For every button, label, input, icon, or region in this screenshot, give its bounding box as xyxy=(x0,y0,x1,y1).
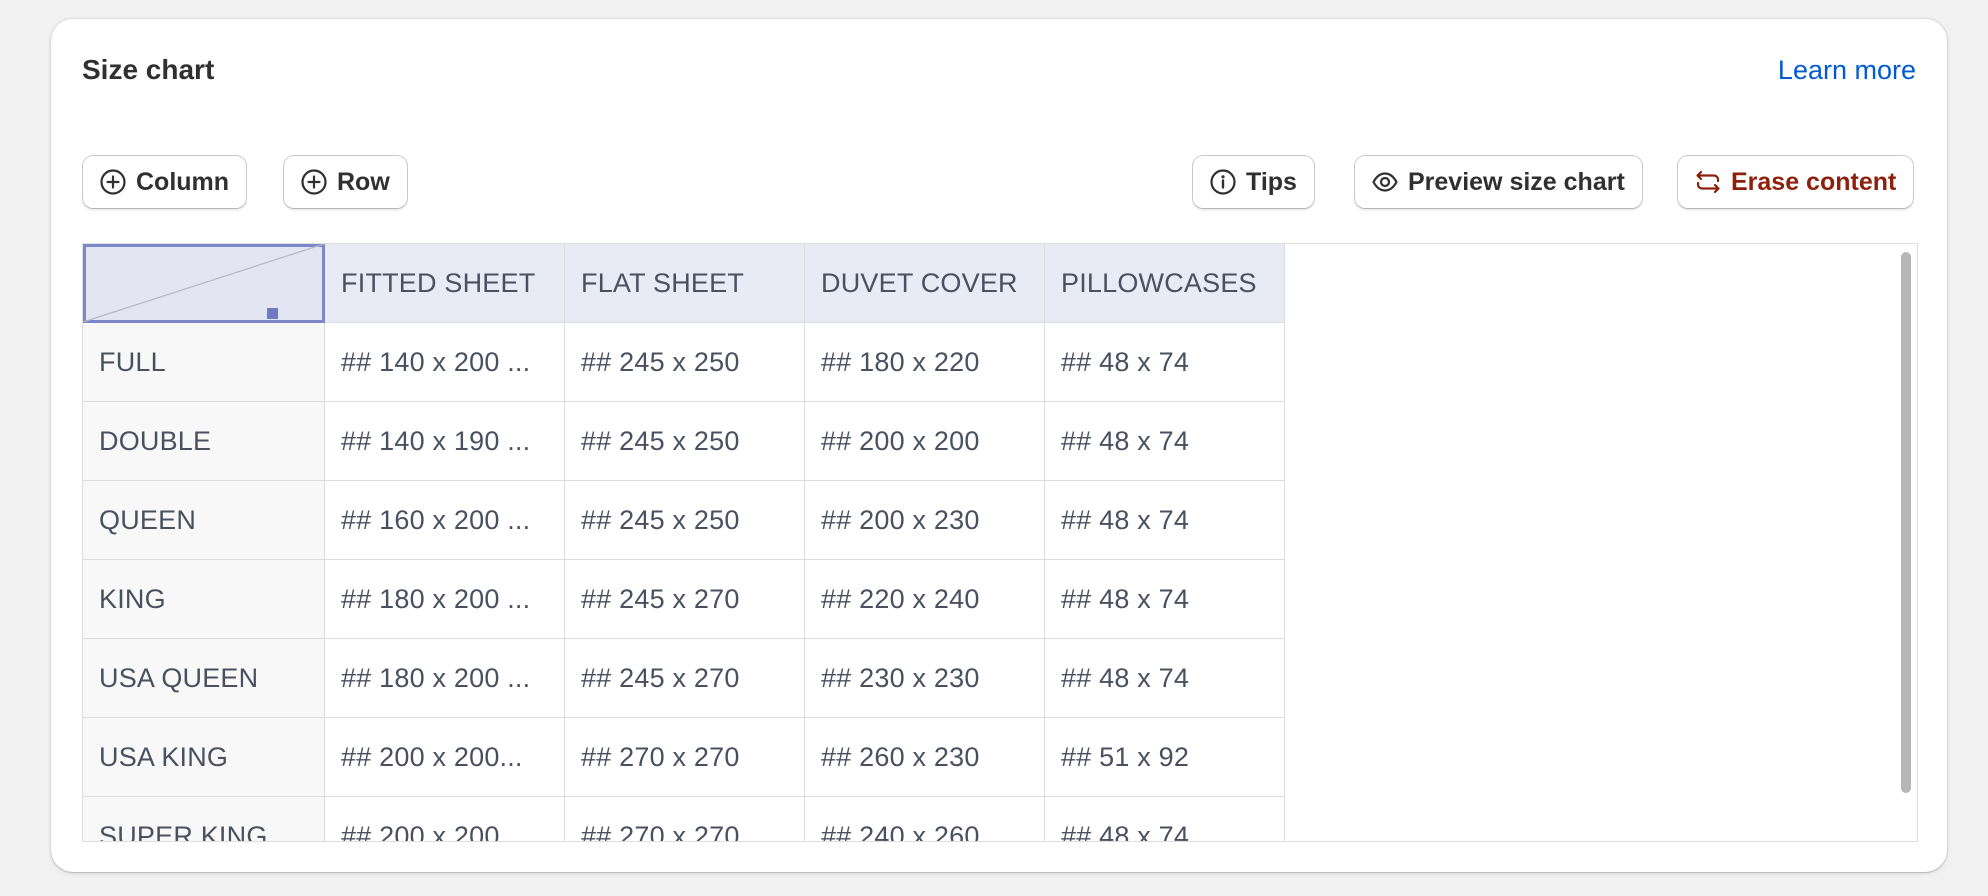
table-row: DOUBLE ## 140 x 190 ... ## 245 x 250 ## … xyxy=(83,401,1285,481)
table-cell[interactable]: ## 245 x 270 xyxy=(564,638,805,718)
table-cell[interactable]: ## 245 x 250 xyxy=(564,322,805,402)
selection-fill-handle[interactable] xyxy=(267,308,278,319)
column-header[interactable]: FLAT SHEET xyxy=(564,244,805,323)
table-cell[interactable]: ## 48 x 74 xyxy=(1044,796,1285,841)
table-cell[interactable]: ## 245 x 270 xyxy=(564,559,805,639)
row-header[interactable]: DOUBLE xyxy=(83,401,325,481)
learn-more-link[interactable]: Learn more xyxy=(1778,52,1916,88)
tips-label: Tips xyxy=(1246,167,1297,196)
corner-cell[interactable] xyxy=(83,244,325,323)
table-cell[interactable]: ## 140 x 200 ... xyxy=(324,322,565,402)
table-cell[interactable]: ## 160 x 200 ... xyxy=(324,480,565,560)
plus-circle-icon xyxy=(301,169,327,195)
row-header[interactable]: SUPER KING xyxy=(83,796,325,841)
row-header[interactable]: KING xyxy=(83,559,325,639)
table-cell[interactable]: ## 270 x 270 xyxy=(564,717,805,797)
table-cell[interactable]: ## 270 x 270 xyxy=(564,796,805,841)
row-header[interactable]: QUEEN xyxy=(83,480,325,560)
column-header[interactable]: PILLOWCASES xyxy=(1044,244,1285,323)
column-header[interactable]: DUVET COVER xyxy=(804,244,1045,323)
table-cell[interactable]: ## 51 x 92 xyxy=(1044,717,1285,797)
eye-icon xyxy=(1372,172,1398,192)
header-row: FITTED SHEET FLAT SHEET DUVET COVER PILL… xyxy=(83,244,1285,323)
size-chart-table: FITTED SHEET FLAT SHEET DUVET COVER PILL… xyxy=(83,244,1285,841)
erase-content-button[interactable]: Erase content xyxy=(1677,155,1915,209)
table-cell[interactable]: ## 140 x 190 ... xyxy=(324,401,565,481)
table-cell[interactable]: ## 240 x 260 xyxy=(804,796,1045,841)
table-cell[interactable]: ## 200 x 200... xyxy=(324,717,565,797)
table-cell[interactable]: ## 48 x 74 xyxy=(1044,638,1285,718)
table-cell[interactable]: ## 180 x 200 ... xyxy=(324,638,565,718)
tips-button[interactable]: Tips xyxy=(1192,155,1315,209)
table-cell[interactable]: ## 230 x 230 xyxy=(804,638,1045,718)
table-cell[interactable]: ## 245 x 250 xyxy=(564,480,805,560)
table-row: SUPER KING ## 200 x 200 ... ## 270 x 270… xyxy=(83,796,1285,841)
table-cell[interactable]: ## 48 x 74 xyxy=(1044,322,1285,402)
table-row: KING ## 180 x 200 ... ## 245 x 270 ## 22… xyxy=(83,559,1285,639)
table-row: USA KING ## 200 x 200... ## 270 x 270 ##… xyxy=(83,717,1285,797)
diagonal-divider xyxy=(83,244,324,322)
table-cell[interactable]: ## 180 x 220 xyxy=(804,322,1045,402)
row-header[interactable]: FULL xyxy=(83,322,325,402)
row-header[interactable]: USA QUEEN xyxy=(83,638,325,718)
table-cell[interactable]: ## 200 x 200 ... xyxy=(324,796,565,841)
add-column-button[interactable]: Column xyxy=(82,155,248,209)
table-cell[interactable]: ## 48 x 74 xyxy=(1044,559,1285,639)
add-row-label: Row xyxy=(337,167,390,196)
table-cell[interactable]: ## 200 x 230 xyxy=(804,480,1045,560)
add-row-button[interactable]: Row xyxy=(283,155,408,209)
erase-label: Erase content xyxy=(1731,167,1897,196)
table-cell[interactable]: ## 180 x 200 ... xyxy=(324,559,565,639)
preview-size-chart-button[interactable]: Preview size chart xyxy=(1354,155,1643,209)
table-row: USA QUEEN ## 180 x 200 ... ## 245 x 270 … xyxy=(83,638,1285,718)
table-row: QUEEN ## 160 x 200 ... ## 245 x 250 ## 2… xyxy=(83,480,1285,560)
preview-label: Preview size chart xyxy=(1408,167,1625,196)
size-chart-card: Size chart Learn more Column Row Tips Pr xyxy=(51,19,1947,872)
card-title: Size chart xyxy=(82,54,215,85)
table-cell[interactable]: ## 200 x 200 xyxy=(804,401,1045,481)
row-header[interactable]: USA KING xyxy=(83,717,325,797)
table-row: FULL ## 140 x 200 ... ## 245 x 250 ## 18… xyxy=(83,322,1285,402)
plus-circle-icon xyxy=(100,169,126,195)
table-cell[interactable]: ## 48 x 74 xyxy=(1044,401,1285,481)
table-cell[interactable]: ## 245 x 250 xyxy=(564,401,805,481)
table-cell[interactable]: ## 48 x 74 xyxy=(1044,480,1285,560)
info-circle-icon xyxy=(1210,169,1236,195)
add-column-label: Column xyxy=(136,167,230,196)
vertical-scrollbar[interactable] xyxy=(1901,252,1911,793)
size-chart-grid: FITTED SHEET FLAT SHEET DUVET COVER PILL… xyxy=(82,243,1918,842)
swap-arrows-icon xyxy=(1696,170,1720,194)
table-cell[interactable]: ## 220 x 240 xyxy=(804,559,1045,639)
column-header[interactable]: FITTED SHEET xyxy=(324,244,565,323)
table-cell[interactable]: ## 260 x 230 xyxy=(804,717,1045,797)
